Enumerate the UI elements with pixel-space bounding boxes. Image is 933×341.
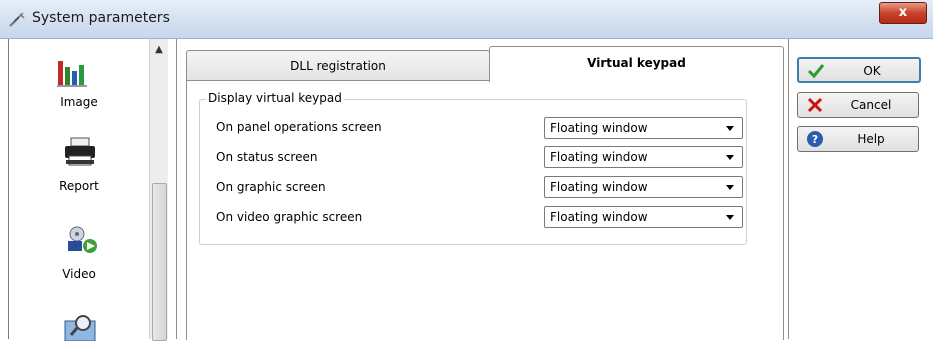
select-value: Floating window — [550, 150, 648, 164]
help-button[interactable]: ? Help — [797, 126, 919, 152]
row-label: On video graphic screen — [216, 210, 363, 224]
checkmark-icon — [807, 64, 825, 79]
scroll-up-icon[interactable]: ▲ — [150, 41, 168, 59]
sidebar-item-label: Video — [62, 267, 96, 281]
window-title: System parameters — [32, 10, 170, 26]
tab-panel: Display virtual keypad On panel operatio… — [186, 80, 784, 340]
row-label: On panel operations screen — [216, 120, 382, 134]
ok-label: OK — [863, 64, 881, 78]
select-value: Floating window — [550, 121, 648, 135]
help-label: Help — [857, 132, 885, 146]
ok-button[interactable]: OK — [797, 57, 921, 83]
tab-dll-registration[interactable]: DLL registration — [186, 50, 490, 81]
row-label: On status screen — [216, 150, 318, 164]
graphic-screen-select[interactable]: Floating window — [544, 176, 743, 198]
group-title: Display virtual keypad — [206, 91, 344, 105]
search-computer-icon — [64, 315, 96, 341]
select-value: Floating window — [550, 210, 648, 224]
status-screen-select[interactable]: Floating window — [544, 146, 743, 168]
sidebar-item-image[interactable]: Image — [9, 55, 149, 125]
chevron-down-icon — [726, 215, 734, 220]
chevron-down-icon — [726, 155, 734, 160]
panel-divider — [788, 39, 789, 339]
select-value: Floating window — [550, 180, 648, 194]
category-list: Image Report Video ▲ — [8, 39, 168, 341]
panel-divider — [176, 39, 177, 339]
sidebar-item-label: Report — [59, 179, 99, 193]
wrench-icon — [9, 12, 25, 27]
panel-operations-select[interactable]: Floating window — [544, 117, 743, 139]
cancel-button[interactable]: Cancel — [797, 92, 919, 118]
cancel-label: Cancel — [850, 98, 892, 112]
tab-virtual-keypad[interactable]: Virtual keypad — [489, 46, 784, 82]
bar-chart-icon — [57, 61, 87, 87]
sidebar-item-label: Image — [60, 95, 98, 109]
row-label: On graphic screen — [216, 180, 326, 194]
chevron-down-icon — [726, 185, 734, 190]
video-graphic-screen-select[interactable]: Floating window — [544, 206, 743, 228]
svg-text:?: ? — [812, 133, 818, 146]
sidebar-item-report[interactable]: Report — [9, 137, 149, 207]
sidebar-scrollbar[interactable]: ▲ — [149, 39, 168, 341]
help-icon: ? — [807, 131, 823, 147]
printer-icon — [65, 137, 95, 166]
scroll-thumb[interactable] — [152, 183, 167, 341]
video-icon — [68, 226, 97, 253]
close-icon — [807, 97, 823, 113]
sidebar-item-search[interactable] — [9, 307, 149, 341]
display-virtual-keypad-group: Display virtual keypad On panel operatio… — [199, 91, 747, 245]
close-button[interactable]: x — [879, 2, 927, 24]
sidebar-item-video[interactable]: Video — [9, 222, 149, 292]
chevron-down-icon — [726, 126, 734, 131]
title-bar: System parameters x — [0, 0, 933, 39]
